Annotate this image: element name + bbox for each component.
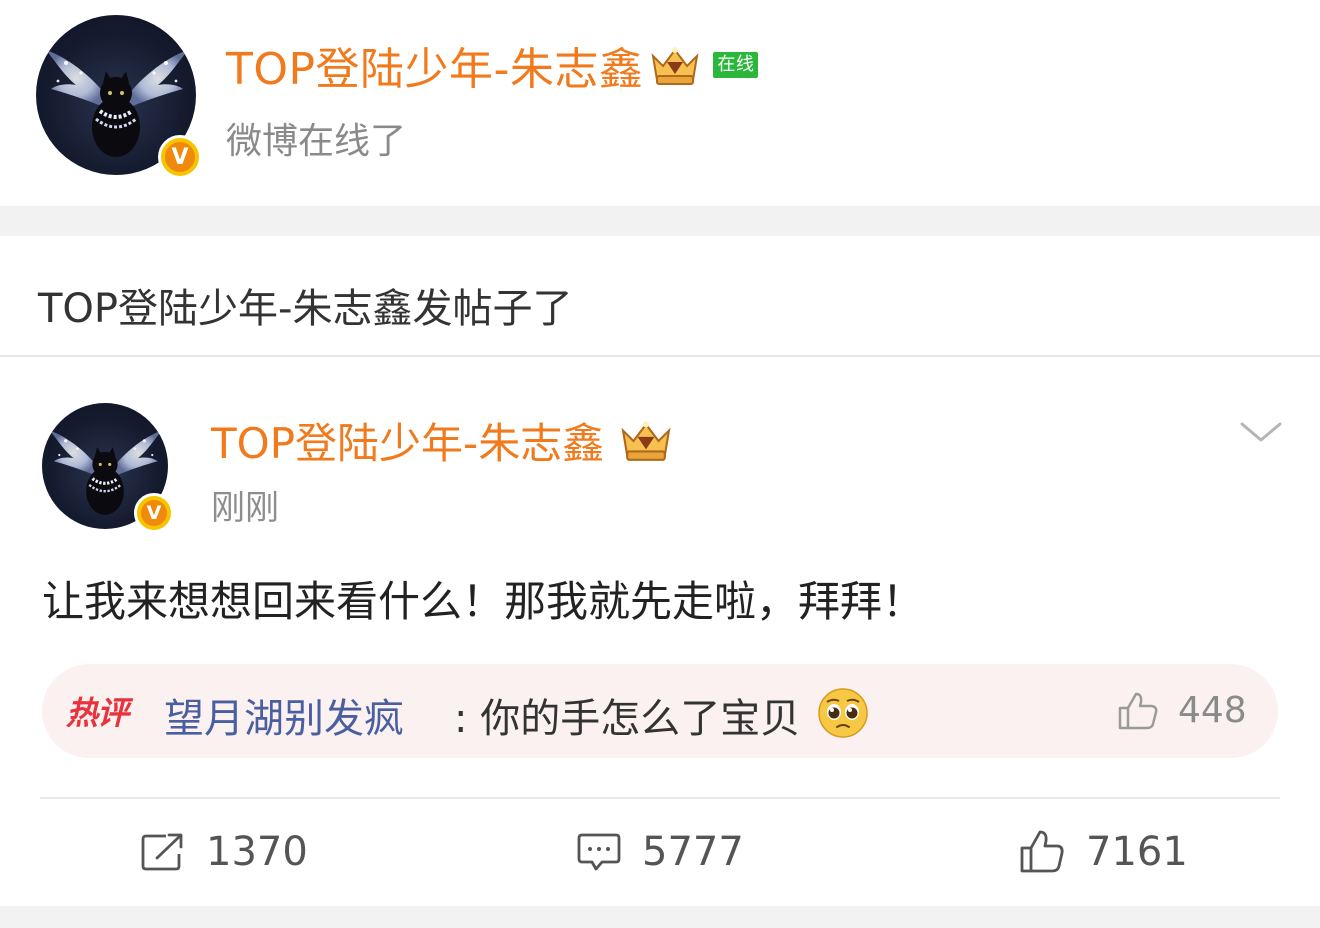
repost-icon <box>141 833 183 871</box>
comment-count: 5777 <box>642 829 744 875</box>
chevron-down-icon[interactable] <box>1236 416 1286 446</box>
repost-count: 1370 <box>206 829 308 875</box>
post-author-name[interactable]: TOP登陆少年-朱志鑫 <box>211 412 676 468</box>
hot-comment-like-count: 448 <box>1178 690 1247 731</box>
thumbs-up-icon[interactable] <box>1116 690 1160 732</box>
crown-member-icon <box>621 421 671 461</box>
online-subtitle: 微博在线了 <box>226 121 407 162</box>
online-status-badge: 在线 <box>713 52 759 78</box>
pleading-face-emoji-icon <box>818 688 868 738</box>
post-body-text[interactable]: 让我来想想回来看什么！那我就先走啦，拜拜！ <box>42 568 924 629</box>
online-user-name[interactable]: TOP登陆少年-朱志鑫 在线 <box>226 36 759 95</box>
hot-comment-text: : 你的手怎么了宝贝 <box>454 696 801 742</box>
verified-badge-icon: V <box>158 135 202 179</box>
post-notice-text: TOP登陆少年-朱志鑫发帖子了 <box>38 286 573 332</box>
post-author-avatar[interactable]: V <box>42 403 174 533</box>
online-user-name-text: TOP登陆少年-朱志鑫 <box>226 44 644 95</box>
post-author-name-text: TOP登陆少年-朱志鑫 <box>211 418 605 468</box>
hot-comment[interactable]: 热评 望月湖别发疯 : 你的手怎么了宝贝 448 <box>42 664 1278 758</box>
like-count: 7161 <box>1086 829 1188 875</box>
avatar[interactable]: V <box>36 15 202 179</box>
repost-button[interactable]: 1370 <box>140 824 308 880</box>
like-button[interactable]: 7161 <box>1018 824 1188 880</box>
weibo-notification-page: V TOP登陆少年-朱志鑫 在线 微博在线了 TOP登陆少年-朱志鑫发帖子了 V… <box>0 0 1320 928</box>
thumbs-up-icon <box>1020 830 1064 873</box>
crown-member-icon <box>651 47 699 85</box>
hot-comment-user[interactable]: 望月湖别发疯 <box>164 686 404 744</box>
online-status-card[interactable]: V TOP登陆少年-朱志鑫 在线 微博在线了 <box>0 0 1320 206</box>
bottom-divider <box>0 906 1320 928</box>
comment-button[interactable]: 5777 <box>576 824 744 880</box>
hot-comment-tag: 热评 <box>66 694 129 732</box>
verified-badge-icon: V <box>134 493 174 533</box>
post-timestamp: 刚刚 <box>211 488 279 528</box>
action-divider <box>40 797 1280 799</box>
comment-icon <box>577 833 621 871</box>
section-divider <box>0 206 1320 236</box>
